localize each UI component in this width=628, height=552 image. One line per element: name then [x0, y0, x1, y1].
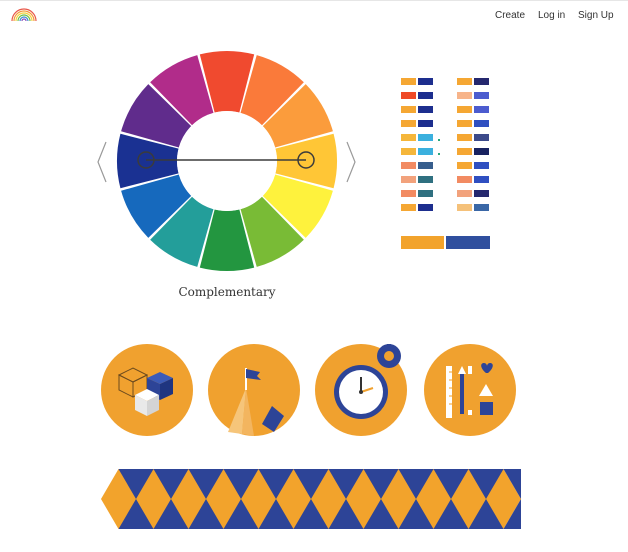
color-swatch[interactable]: [401, 78, 416, 85]
color-swatch[interactable]: [474, 204, 489, 211]
link-dot: [438, 153, 440, 155]
nav-login-link[interactable]: Log in: [538, 10, 565, 21]
swatch-row[interactable]: [457, 78, 489, 85]
color-swatch[interactable]: [418, 204, 433, 211]
color-swatch[interactable]: [474, 134, 489, 141]
color-swatch[interactable]: [401, 176, 416, 183]
color-swatch[interactable]: [401, 148, 416, 155]
color-swatch[interactable]: [418, 106, 433, 113]
color-swatch[interactable]: [418, 120, 433, 127]
color-swatch[interactable]: [474, 176, 489, 183]
swatch-row[interactable]: [457, 190, 489, 197]
mountain-flag-icon[interactable]: [208, 344, 300, 436]
color-swatch[interactable]: [457, 204, 472, 211]
swatch-row[interactable]: [457, 176, 489, 183]
swatch-row[interactable]: [457, 148, 489, 155]
swatch-row[interactable]: [401, 92, 433, 99]
color-swatch[interactable]: [418, 134, 433, 141]
color-swatch[interactable]: [401, 190, 416, 197]
color-swatch[interactable]: [418, 162, 433, 169]
palette-right[interactable]: [457, 78, 489, 218]
color-swatch[interactable]: [474, 92, 489, 99]
swatch-row[interactable]: [457, 162, 489, 169]
color-swatch[interactable]: [457, 162, 472, 169]
color-swatch[interactable]: [401, 134, 416, 141]
swatch-row[interactable]: [457, 120, 489, 127]
nav-signup-link[interactable]: Sign Up: [578, 10, 614, 21]
cube-blocks-icon[interactable]: [101, 344, 193, 436]
swatch-row[interactable]: [401, 120, 433, 127]
color-swatch[interactable]: [474, 190, 489, 197]
top-nav-bar: Create Log in Sign Up: [0, 0, 628, 31]
color-swatch[interactable]: [457, 106, 472, 113]
nav-create-link[interactable]: Create: [495, 10, 525, 21]
color-swatch[interactable]: [474, 120, 489, 127]
color-swatch[interactable]: [457, 190, 472, 197]
clock-gear-icon[interactable]: [315, 344, 407, 436]
color-swatch[interactable]: [401, 120, 416, 127]
color-swatch[interactable]: [474, 106, 489, 113]
rainbow-logo-icon[interactable]: [10, 7, 38, 23]
swatch-row[interactable]: [457, 134, 489, 141]
color-swatch[interactable]: [418, 148, 433, 155]
color-swatch[interactable]: [401, 92, 416, 99]
scheme-label: Complementary: [178, 285, 276, 299]
color-swatch[interactable]: [418, 190, 433, 197]
color-swatch[interactable]: [418, 78, 433, 85]
swatch-row[interactable]: [401, 176, 433, 183]
swatch-row[interactable]: [401, 78, 433, 85]
color-swatch[interactable]: [474, 78, 489, 85]
swatch-row[interactable]: [401, 148, 433, 155]
chevron-left-icon[interactable]: [95, 140, 109, 184]
color-swatch[interactable]: [457, 176, 472, 183]
color-swatch[interactable]: [457, 120, 472, 127]
swatch-row[interactable]: [457, 92, 489, 99]
swatch-row[interactable]: [457, 106, 489, 113]
swatch-row[interactable]: [401, 106, 433, 113]
swatch-row[interactable]: [457, 204, 489, 211]
triangle-pattern: [101, 469, 521, 529]
color-swatch[interactable]: [401, 204, 416, 211]
palette-left[interactable]: [401, 78, 433, 218]
color-bar-blue[interactable]: [446, 236, 490, 249]
color-swatch[interactable]: [474, 148, 489, 155]
color-swatch[interactable]: [401, 162, 416, 169]
swatch-row[interactable]: [401, 162, 433, 169]
color-swatch[interactable]: [457, 78, 472, 85]
swatch-row[interactable]: [401, 134, 433, 141]
color-swatch[interactable]: [474, 162, 489, 169]
design-tools-icon[interactable]: [424, 344, 516, 436]
color-swatch[interactable]: [457, 92, 472, 99]
wheel-center: [177, 111, 277, 211]
color-swatch[interactable]: [418, 176, 433, 183]
chevron-right-icon[interactable]: [344, 140, 358, 184]
link-dot: [438, 139, 440, 141]
color-wheel[interactable]: [114, 48, 340, 274]
color-swatch[interactable]: [401, 106, 416, 113]
color-swatch[interactable]: [457, 148, 472, 155]
swatch-row[interactable]: [401, 190, 433, 197]
swatch-row[interactable]: [401, 204, 433, 211]
color-swatch[interactable]: [457, 134, 472, 141]
color-bar-orange[interactable]: [401, 236, 444, 249]
color-swatch[interactable]: [418, 92, 433, 99]
